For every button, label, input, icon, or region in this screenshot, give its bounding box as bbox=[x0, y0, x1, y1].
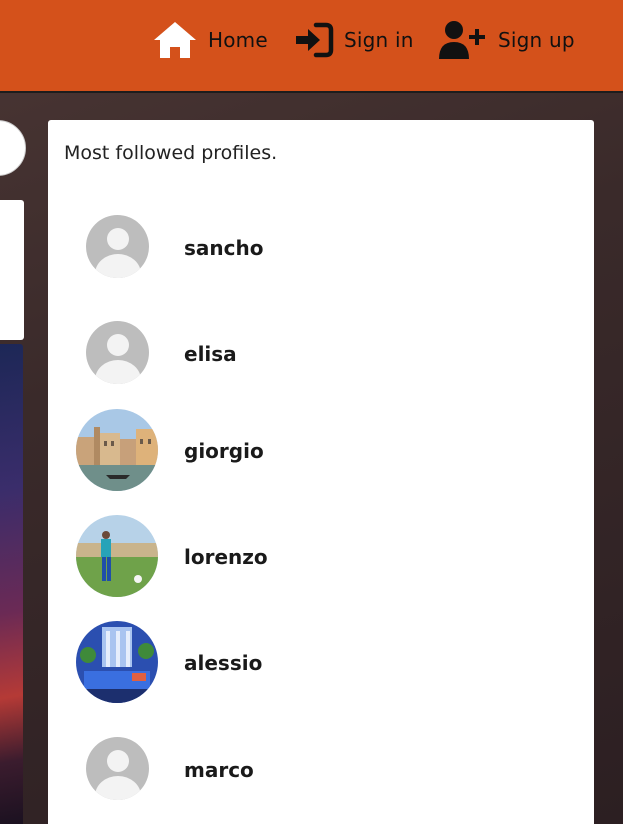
profile-name[interactable]: marco bbox=[184, 758, 254, 782]
background-panel-image bbox=[0, 344, 23, 824]
profile-item-sancho[interactable]: sancho bbox=[76, 206, 576, 290]
nav-home-link[interactable]: Home bbox=[152, 18, 268, 62]
default-avatar-icon bbox=[86, 737, 149, 800]
nav-home-label: Home bbox=[208, 28, 268, 52]
profile-item-elisa[interactable]: elisa bbox=[76, 312, 576, 396]
card-title: Most followed profiles. bbox=[64, 142, 278, 164]
profile-name[interactable]: elisa bbox=[184, 342, 237, 366]
default-avatar-icon bbox=[86, 321, 149, 384]
nav-signup-link[interactable]: Sign up bbox=[438, 18, 575, 62]
home-icon bbox=[152, 20, 198, 60]
profile-name[interactable]: giorgio bbox=[184, 439, 264, 463]
nav-signin-label: Sign in bbox=[344, 28, 414, 52]
profile-item-marco[interactable]: marco bbox=[76, 728, 576, 812]
top-navbar: Home Sign in Sign up bbox=[0, 0, 623, 93]
sign-in-icon bbox=[294, 20, 334, 60]
background-panel-avatar bbox=[0, 120, 26, 176]
profile-item-giorgio[interactable]: giorgio bbox=[76, 409, 576, 493]
blue-fountain-photo bbox=[76, 621, 158, 703]
most-followed-card: Most followed profiles. sancho elisa gio… bbox=[48, 120, 594, 824]
default-avatar-icon bbox=[86, 215, 149, 278]
profile-item-alessio[interactable]: alessio bbox=[76, 621, 576, 705]
soccer-player-photo bbox=[76, 515, 158, 597]
background-panel-card bbox=[0, 200, 24, 340]
nav-signup-label: Sign up bbox=[498, 28, 575, 52]
profile-name[interactable]: sancho bbox=[184, 236, 263, 260]
profile-item-lorenzo[interactable]: lorenzo bbox=[76, 515, 576, 599]
profile-name[interactable]: alessio bbox=[184, 651, 262, 675]
nav-signin-link[interactable]: Sign in bbox=[294, 18, 414, 62]
profile-name[interactable]: lorenzo bbox=[184, 545, 268, 569]
venice-canal-photo bbox=[76, 409, 158, 491]
user-plus-icon bbox=[438, 19, 488, 61]
